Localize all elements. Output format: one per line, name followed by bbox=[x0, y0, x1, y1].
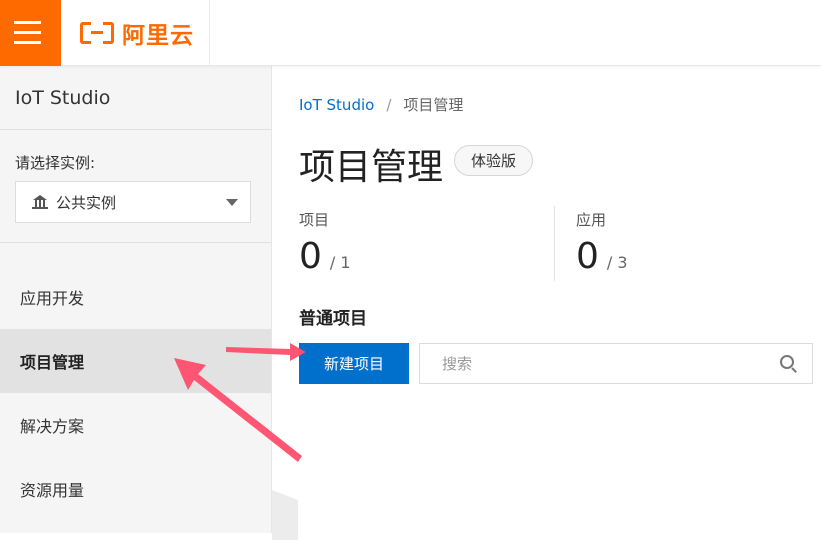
stat-apps: 应用 0 / 3 bbox=[576, 209, 628, 277]
instance-label: 请选择实例: bbox=[15, 154, 96, 172]
stat-value: 0 bbox=[299, 236, 322, 277]
instance-select-value: 公共实例 bbox=[56, 193, 117, 212]
search-input[interactable] bbox=[420, 344, 780, 383]
instance-select[interactable]: 公共实例 bbox=[15, 181, 251, 223]
sidebar-nav: 应用开发 项目管理 解决方案 资源用量 bbox=[0, 243, 271, 521]
top-bar: 阿里云 bbox=[0, 0, 821, 66]
stat-label: 应用 bbox=[576, 211, 607, 229]
stat-divider bbox=[554, 206, 555, 281]
edition-badge: 体验版 bbox=[454, 145, 534, 176]
sidebar-item-resource-usage[interactable]: 资源用量 bbox=[0, 457, 271, 521]
stat-value: 0 bbox=[576, 236, 599, 277]
stat-total: / 1 bbox=[329, 253, 351, 272]
breadcrumb-separator: / bbox=[386, 95, 392, 114]
page-title: 项目管理 bbox=[299, 147, 444, 188]
stat-total: / 3 bbox=[606, 253, 628, 272]
chevron-down-icon bbox=[226, 198, 238, 206]
breadcrumb-root-link[interactable]: IoT Studio bbox=[299, 96, 374, 114]
sidebar-item-solutions[interactable]: 解决方案 bbox=[0, 393, 271, 457]
aliyun-logo-icon bbox=[80, 22, 114, 44]
breadcrumb-current: 项目管理 bbox=[403, 96, 464, 114]
breadcrumb: IoT Studio / 项目管理 bbox=[299, 94, 463, 115]
sidebar: IoT Studio 请选择实例: 公共实例 应用开发 项目管理 解决方案 资源… bbox=[0, 66, 272, 533]
logo-text: 阿里云 bbox=[122, 23, 194, 49]
search-icon[interactable] bbox=[780, 354, 798, 373]
section-title: 普通项目 bbox=[299, 309, 367, 329]
main-content: IoT Studio / 项目管理 项目管理 体验版 项目 0 / 1 应用 0… bbox=[299, 66, 821, 533]
search-box bbox=[419, 343, 813, 384]
new-project-button[interactable]: 新建项目 bbox=[299, 343, 409, 384]
aliyun-logo[interactable]: 阿里云 bbox=[61, 0, 210, 66]
sidebar-item-app-dev[interactable]: 应用开发 bbox=[0, 265, 271, 329]
stat-label: 项目 bbox=[299, 211, 330, 229]
hamburger-menu-icon[interactable] bbox=[0, 0, 61, 66]
sidebar-title: IoT Studio bbox=[0, 66, 271, 130]
sidebar-item-project-management[interactable]: 项目管理 bbox=[0, 329, 271, 393]
bank-icon bbox=[32, 195, 48, 209]
instance-selector-section: 请选择实例: 公共实例 bbox=[0, 130, 271, 243]
stat-projects: 项目 0 / 1 bbox=[299, 209, 351, 277]
